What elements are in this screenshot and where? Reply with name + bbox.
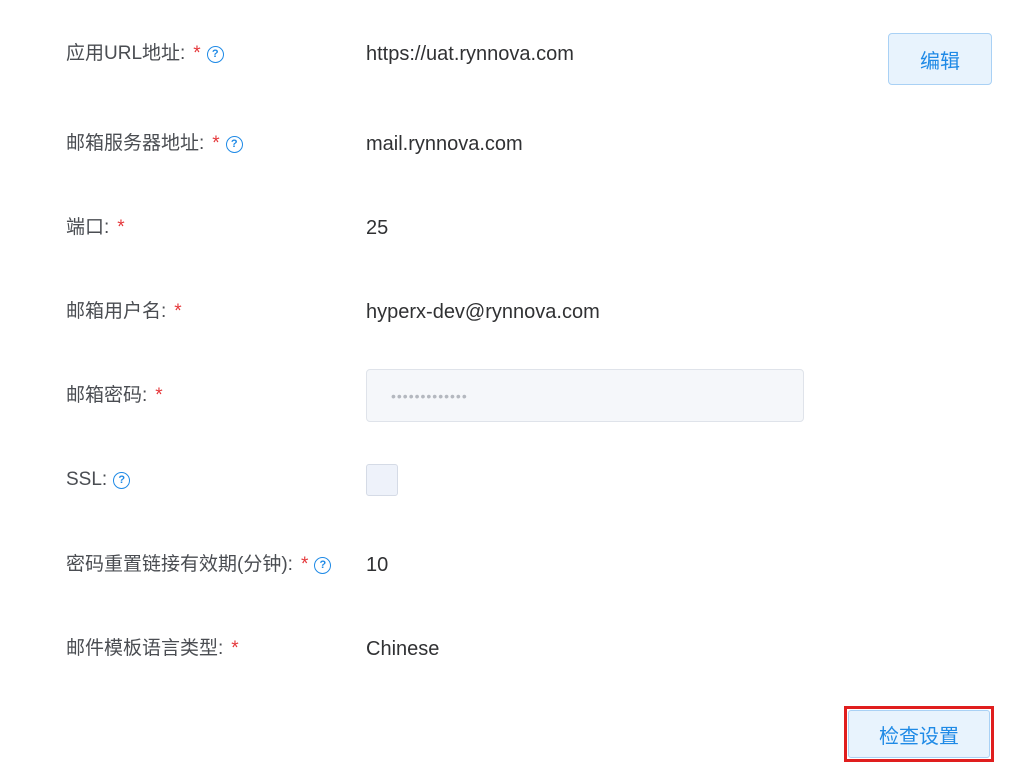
help-icon[interactable]: ?: [206, 45, 224, 63]
edit-button[interactable]: 编辑: [888, 33, 992, 85]
required-marker: *: [193, 43, 201, 64]
ssl-checkbox[interactable]: [366, 464, 398, 496]
password-mask: •••••••••••••: [391, 387, 468, 404]
template-language-value: Chinese: [366, 638, 440, 660]
help-icon[interactable]: ?: [314, 556, 332, 574]
mail-server-value: mail.rynnova.com: [366, 133, 523, 155]
mail-user-label: 邮箱用户名:: [66, 301, 167, 322]
port-label: 端口:: [66, 217, 110, 238]
required-marker: *: [174, 301, 182, 322]
port-row: 端口: * 25: [0, 208, 1025, 248]
required-marker: *: [117, 217, 125, 238]
reset-link-validity-label-group: 密码重置链接有效期(分钟): * ?: [66, 545, 332, 585]
app-url-label: 应用URL地址:: [66, 43, 186, 64]
mail-server-label: 邮箱服务器地址:: [66, 133, 205, 154]
help-icon[interactable]: ?: [113, 471, 131, 489]
password-field[interactable]: •••••••••••••: [366, 369, 804, 422]
mail-server-row: 邮箱服务器地址: * ? mail.rynnova.com: [0, 124, 1025, 164]
required-marker: *: [300, 554, 309, 575]
ssl-row: SSL: ?: [0, 460, 1025, 500]
port-value: 25: [366, 217, 389, 239]
mail-password-label-group: 邮箱密码: *: [66, 376, 163, 416]
template-language-label-group: 邮件模板语言类型: *: [66, 629, 239, 669]
reset-link-validity-value: 10: [366, 554, 389, 576]
mail-user-value: hyperx-dev@rynnova.com: [366, 301, 600, 323]
required-marker: *: [231, 638, 239, 659]
ssl-label-group: SSL: ?: [66, 460, 131, 500]
template-language-label: 邮件模板语言类型:: [66, 638, 224, 659]
mail-password-label: 邮箱密码:: [66, 385, 148, 406]
mail-server-label-group: 邮箱服务器地址: * ?: [66, 124, 243, 164]
ssl-label: SSL:: [66, 469, 108, 490]
app-url-label-group: 应用URL地址: * ?: [66, 34, 224, 74]
required-marker: *: [212, 133, 220, 154]
app-url-value: https://uat.rynnova.com: [366, 43, 574, 65]
check-settings-button[interactable]: 检查设置: [848, 710, 990, 758]
required-marker: *: [155, 385, 163, 406]
reset-link-validity-label: 密码重置链接有效期(分钟):: [66, 554, 293, 575]
mail-user-row: 邮箱用户名: * hyperx-dev@rynnova.com: [0, 292, 1025, 332]
port-label-group: 端口: *: [66, 208, 125, 248]
help-icon[interactable]: ?: [225, 135, 243, 153]
template-language-row: 邮件模板语言类型: * Chinese: [0, 629, 1025, 669]
mail-user-label-group: 邮箱用户名: *: [66, 292, 182, 332]
reset-link-validity-row: 密码重置链接有效期(分钟): * ? 10: [0, 545, 1025, 585]
app-url-row: 应用URL地址: * ? https://uat.rynnova.com: [0, 34, 1025, 74]
